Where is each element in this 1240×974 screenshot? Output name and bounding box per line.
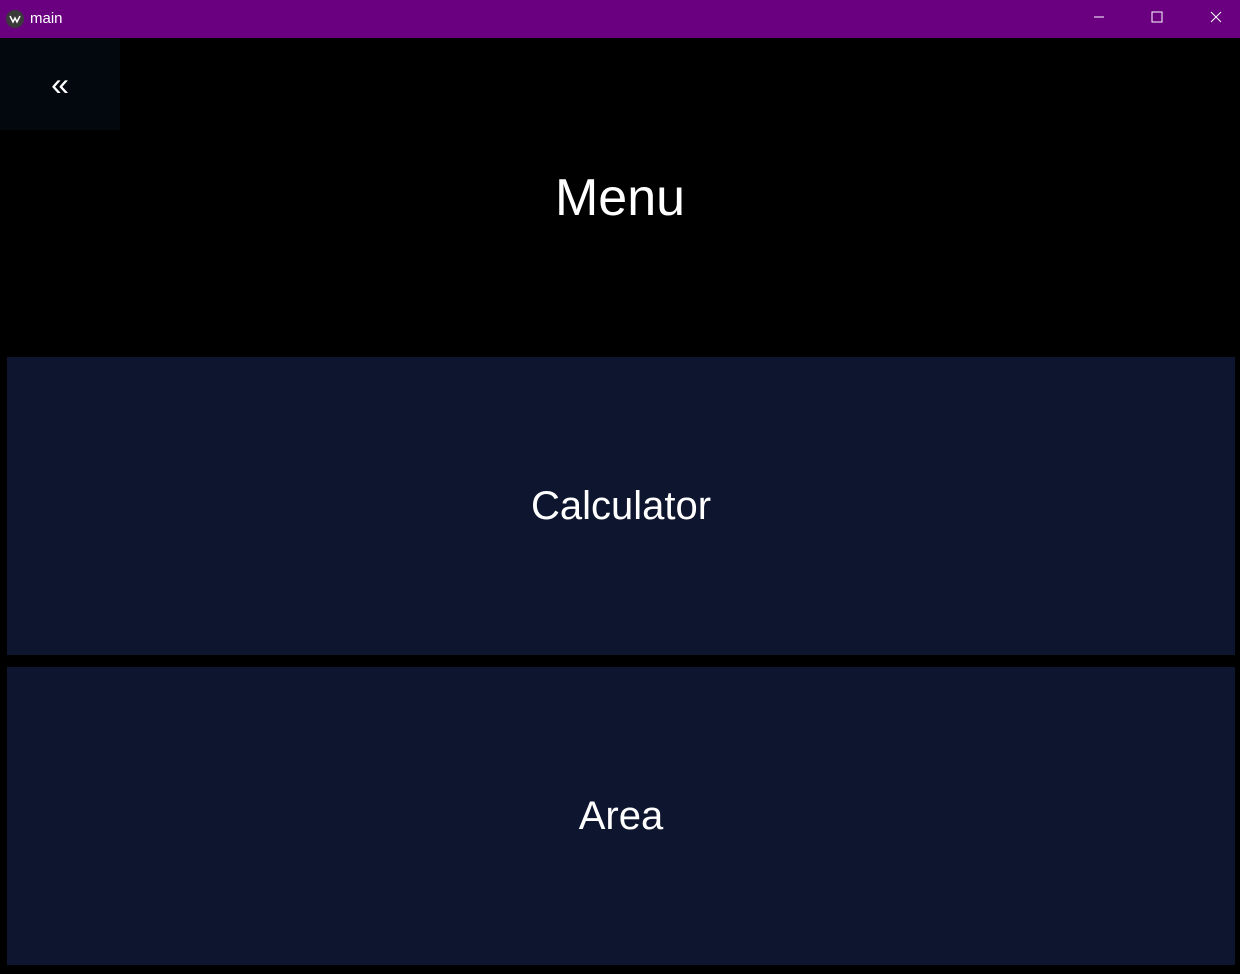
area-button[interactable]: Area (7, 667, 1235, 965)
title-bar[interactable]: main (0, 0, 1240, 38)
main-content: « Menu Calculator Area (0, 38, 1240, 974)
back-button[interactable]: « (0, 38, 120, 130)
kivy-app-icon (6, 10, 24, 28)
window-title: main (30, 10, 63, 27)
maximize-icon (1151, 10, 1163, 28)
close-button[interactable] (1187, 0, 1240, 38)
close-icon (1210, 10, 1222, 28)
minimize-icon (1093, 10, 1105, 28)
minimize-button[interactable] (1070, 0, 1128, 38)
page-title: Menu (554, 169, 686, 227)
calculator-button-label: Calculator (530, 483, 712, 528)
maximize-button[interactable] (1128, 0, 1186, 38)
area-button-label: Area (578, 793, 664, 838)
back-icon: « (51, 65, 69, 102)
calculator-button[interactable]: Calculator (7, 357, 1235, 655)
app-window: main « Menu Calculator Area (0, 0, 1240, 974)
